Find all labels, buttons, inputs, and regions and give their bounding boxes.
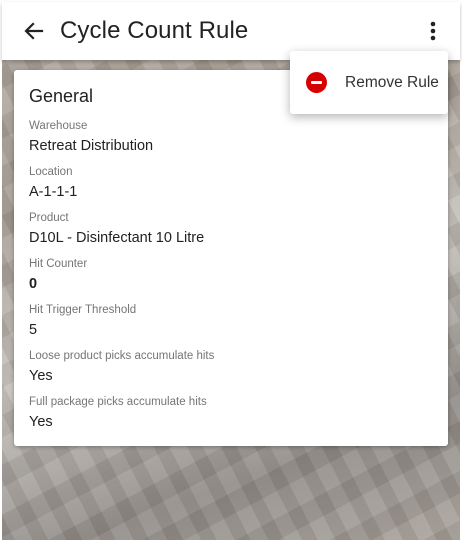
more-vertical-icon bbox=[430, 21, 436, 41]
card-title: General bbox=[29, 86, 94, 106]
field-label: Hit Trigger Threshold bbox=[29, 304, 137, 316]
location-field: Location A-1-1-1 bbox=[29, 165, 77, 201]
page-title: Cycle Count Rule bbox=[60, 17, 249, 44]
general-card: General Warehouse Retreat Distribution L… bbox=[14, 70, 448, 446]
arrow-left-icon bbox=[24, 22, 44, 40]
overflow-menu: Remove Rule bbox=[290, 51, 448, 114]
full-package-picks-field: Full package picks accumulate hits Yes bbox=[29, 395, 207, 431]
field-value: Yes bbox=[29, 414, 53, 430]
hit-trigger-threshold-field: Hit Trigger Threshold 5 bbox=[29, 303, 136, 339]
field-label: Warehouse bbox=[29, 120, 88, 132]
field-label: Loose product picks accumulate hits bbox=[29, 350, 215, 362]
remove-circle-icon bbox=[306, 72, 327, 93]
field-label: Full package picks accumulate hits bbox=[29, 396, 207, 408]
hit-counter-field: Hit Counter 0 bbox=[29, 257, 87, 293]
field-value: D10L - Disinfectant 10 Litre bbox=[29, 230, 205, 246]
field-label: Location bbox=[29, 166, 73, 178]
field-value: Yes bbox=[29, 368, 53, 384]
warehouse-field: Warehouse Retreat Distribution bbox=[29, 119, 153, 155]
field-value: 0 bbox=[29, 276, 38, 292]
field-label: Hit Counter bbox=[29, 258, 88, 270]
field-value: A-1-1-1 bbox=[29, 184, 78, 200]
field-value: 5 bbox=[29, 322, 38, 338]
more-options-button[interactable] bbox=[426, 19, 440, 43]
field-label: Product bbox=[29, 212, 69, 224]
back-button[interactable] bbox=[20, 17, 48, 45]
remove-rule-menu-item[interactable]: Remove Rule bbox=[290, 51, 448, 114]
field-value: Retreat Distribution bbox=[29, 138, 154, 154]
loose-product-picks-field: Loose product picks accumulate hits Yes bbox=[29, 349, 214, 385]
menu-item-label: Remove Rule bbox=[345, 73, 439, 91]
product-field: Product D10L - Disinfectant 10 Litre bbox=[29, 211, 204, 247]
